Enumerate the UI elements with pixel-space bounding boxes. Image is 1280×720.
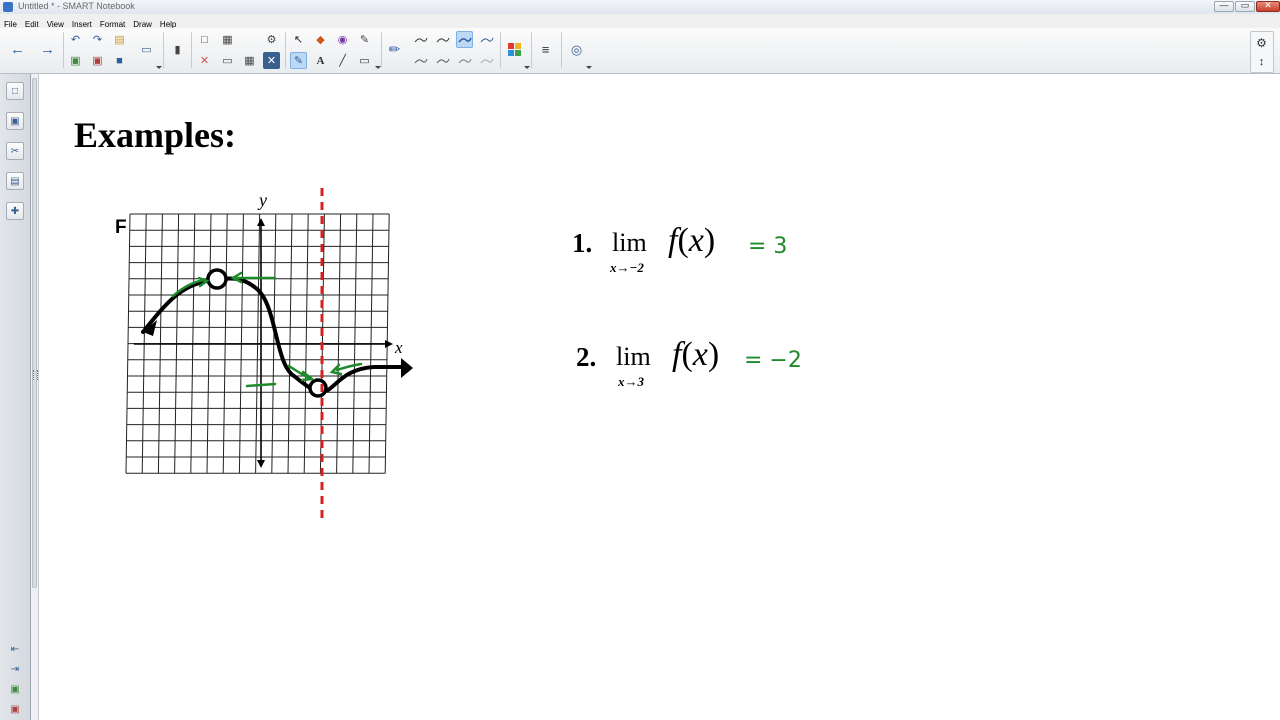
sidebar-move-right-icon[interactable]: ⇥ [6,660,24,678]
menu-bar: File Edit View Insert Format Draw Help [0,14,1280,29]
open-circle-hole-2 [308,378,328,398]
pen-style-6-icon[interactable] [434,52,451,69]
pen-style-3-icon[interactable] [456,31,473,48]
move-toolbar-icon[interactable]: ↕ [1253,53,1270,70]
full-screen-icon[interactable]: ✕ [263,52,280,69]
smart-notebook-app-icon [3,2,13,12]
shapes-icon[interactable]: ◆ [312,31,329,48]
toolbar: ← → ↶ ↷ ▤ ▣ ▣ ■ ▭ ▮ □ ▦ ✕ ▭ ▦ ⚙ ✕ ↖ ◆ ◉ … [0,28,1280,74]
limit-problem-1: 1. lim x→−2 f(x) = 3 [572,222,832,292]
pens-icon[interactable]: ✎ [290,52,307,69]
sidebar-add-page-icon[interactable]: ▣ [6,680,24,698]
insert-table-icon[interactable]: ▦ [241,52,258,69]
green-annotations [171,271,363,388]
close-button[interactable]: ✕ [1256,0,1280,12]
y-axis-down-arrow [257,460,265,468]
minimize-button[interactable]: — [1214,0,1234,12]
sidebar-move-left-icon[interactable]: ⇤ [6,640,24,658]
problem-1-function: f(x) [668,222,716,259]
sidebar-splitter[interactable] [31,74,39,720]
display-screen-icon[interactable]: ▭ [138,41,155,58]
pen-tool-icon[interactable]: ✏ [386,41,403,58]
properties-icon[interactable]: ⚙ [263,31,280,48]
attachments-paperclip-icon[interactable]: ✂ [6,142,24,160]
transparency-icon[interactable]: ◎ [568,41,585,58]
y-axis-arrow [257,218,265,226]
delete-page-icon[interactable]: ▣ [89,52,106,69]
next-page-icon[interactable]: → [39,41,56,58]
title-bar: Untitled * - SMART Notebook — ▭ ✕ [0,0,1280,15]
problem-2-function: f(x) [672,336,720,373]
toolbar-settings-panel: ⚙ ↕ [1250,31,1274,73]
redo-icon[interactable]: ↷ [89,31,106,48]
previous-page-icon[interactable]: ← [9,41,26,58]
pen-style-8-icon[interactable] [478,52,495,69]
sidebar-delete-page-icon[interactable]: ▣ [6,700,24,718]
problem-2-answer: = −2 [744,348,802,373]
y-axis-label: y [257,190,267,210]
line-icon[interactable]: ╱ [334,52,351,69]
text-icon[interactable]: A [312,52,329,69]
magic-pen-icon[interactable]: ✎ [356,31,373,48]
eraser-icon[interactable]: ▭ [356,52,373,69]
delete-icon[interactable]: ✕ [196,52,213,69]
maximize-button[interactable]: ▭ [1235,0,1255,12]
x-axis-label: x [394,338,403,357]
function-graph: F y x [115,188,413,522]
x-axis-arrow [385,340,393,348]
undo-icon[interactable]: ↶ [67,31,84,48]
problem-2-number: 2. [576,342,597,372]
screen-shade-icon[interactable]: ▭ [219,52,236,69]
gallery-icon[interactable]: ▣ [6,112,24,130]
graph-panel-label: F [115,217,127,238]
curve-right-arrow [401,358,413,378]
select-arrow-icon[interactable]: ↖ [290,31,307,48]
limit-problem-2: 2. lim x→3 f(x) = −2 [576,336,846,406]
open-circle-hole-1 [206,268,228,290]
problem-2-subscript: x→3 [618,374,644,389]
splitter-grip[interactable] [33,370,38,380]
settings-gear-icon[interactable]: ⚙ [1253,34,1270,51]
problem-1-number: 1. [572,228,593,258]
paste-icon[interactable]: □ [196,31,213,48]
screen-capture-icon[interactable]: ▦ [219,31,236,48]
properties-tab-icon[interactable]: ▤ [6,172,24,190]
problem-2-lim: lim [616,342,651,371]
document-camera-icon[interactable]: ▮ [169,41,186,58]
save-icon[interactable]: ■ [111,52,128,69]
problem-1-answer: = 3 [748,234,788,259]
notebook-page-canvas[interactable]: Examples: F y x 1. lim x→−2 f(x) = 3 2. … [39,74,1280,720]
open-folder-icon[interactable]: ▤ [111,31,128,48]
pen-style-1-icon[interactable] [412,31,429,48]
window-title: Untitled * - SMART Notebook [18,1,135,11]
pen-style-5-icon[interactable] [412,52,429,69]
pen-style-4-icon[interactable] [478,31,495,48]
pen-style-2-icon[interactable] [434,31,451,48]
pen-style-7-icon[interactable] [456,52,473,69]
fill-icon[interactable]: ◉ [334,31,351,48]
line-style-icon[interactable]: ≡ [537,41,554,58]
sidebar-scrollbar-thumb[interactable] [32,78,37,588]
add-page-icon[interactable]: ▣ [67,52,84,69]
problem-1-lim: lim [612,228,647,257]
color-palette-icon[interactable] [506,41,523,58]
problem-1-subscript: x→−2 [610,260,644,275]
addons-puzzle-icon[interactable]: ✚ [6,202,24,220]
side-tab-bar: □ ▣ ✂ ▤ ✚ ⇤ ⇥ ▣ ▣ [0,74,31,720]
page-sorter-icon[interactable]: □ [6,82,24,100]
